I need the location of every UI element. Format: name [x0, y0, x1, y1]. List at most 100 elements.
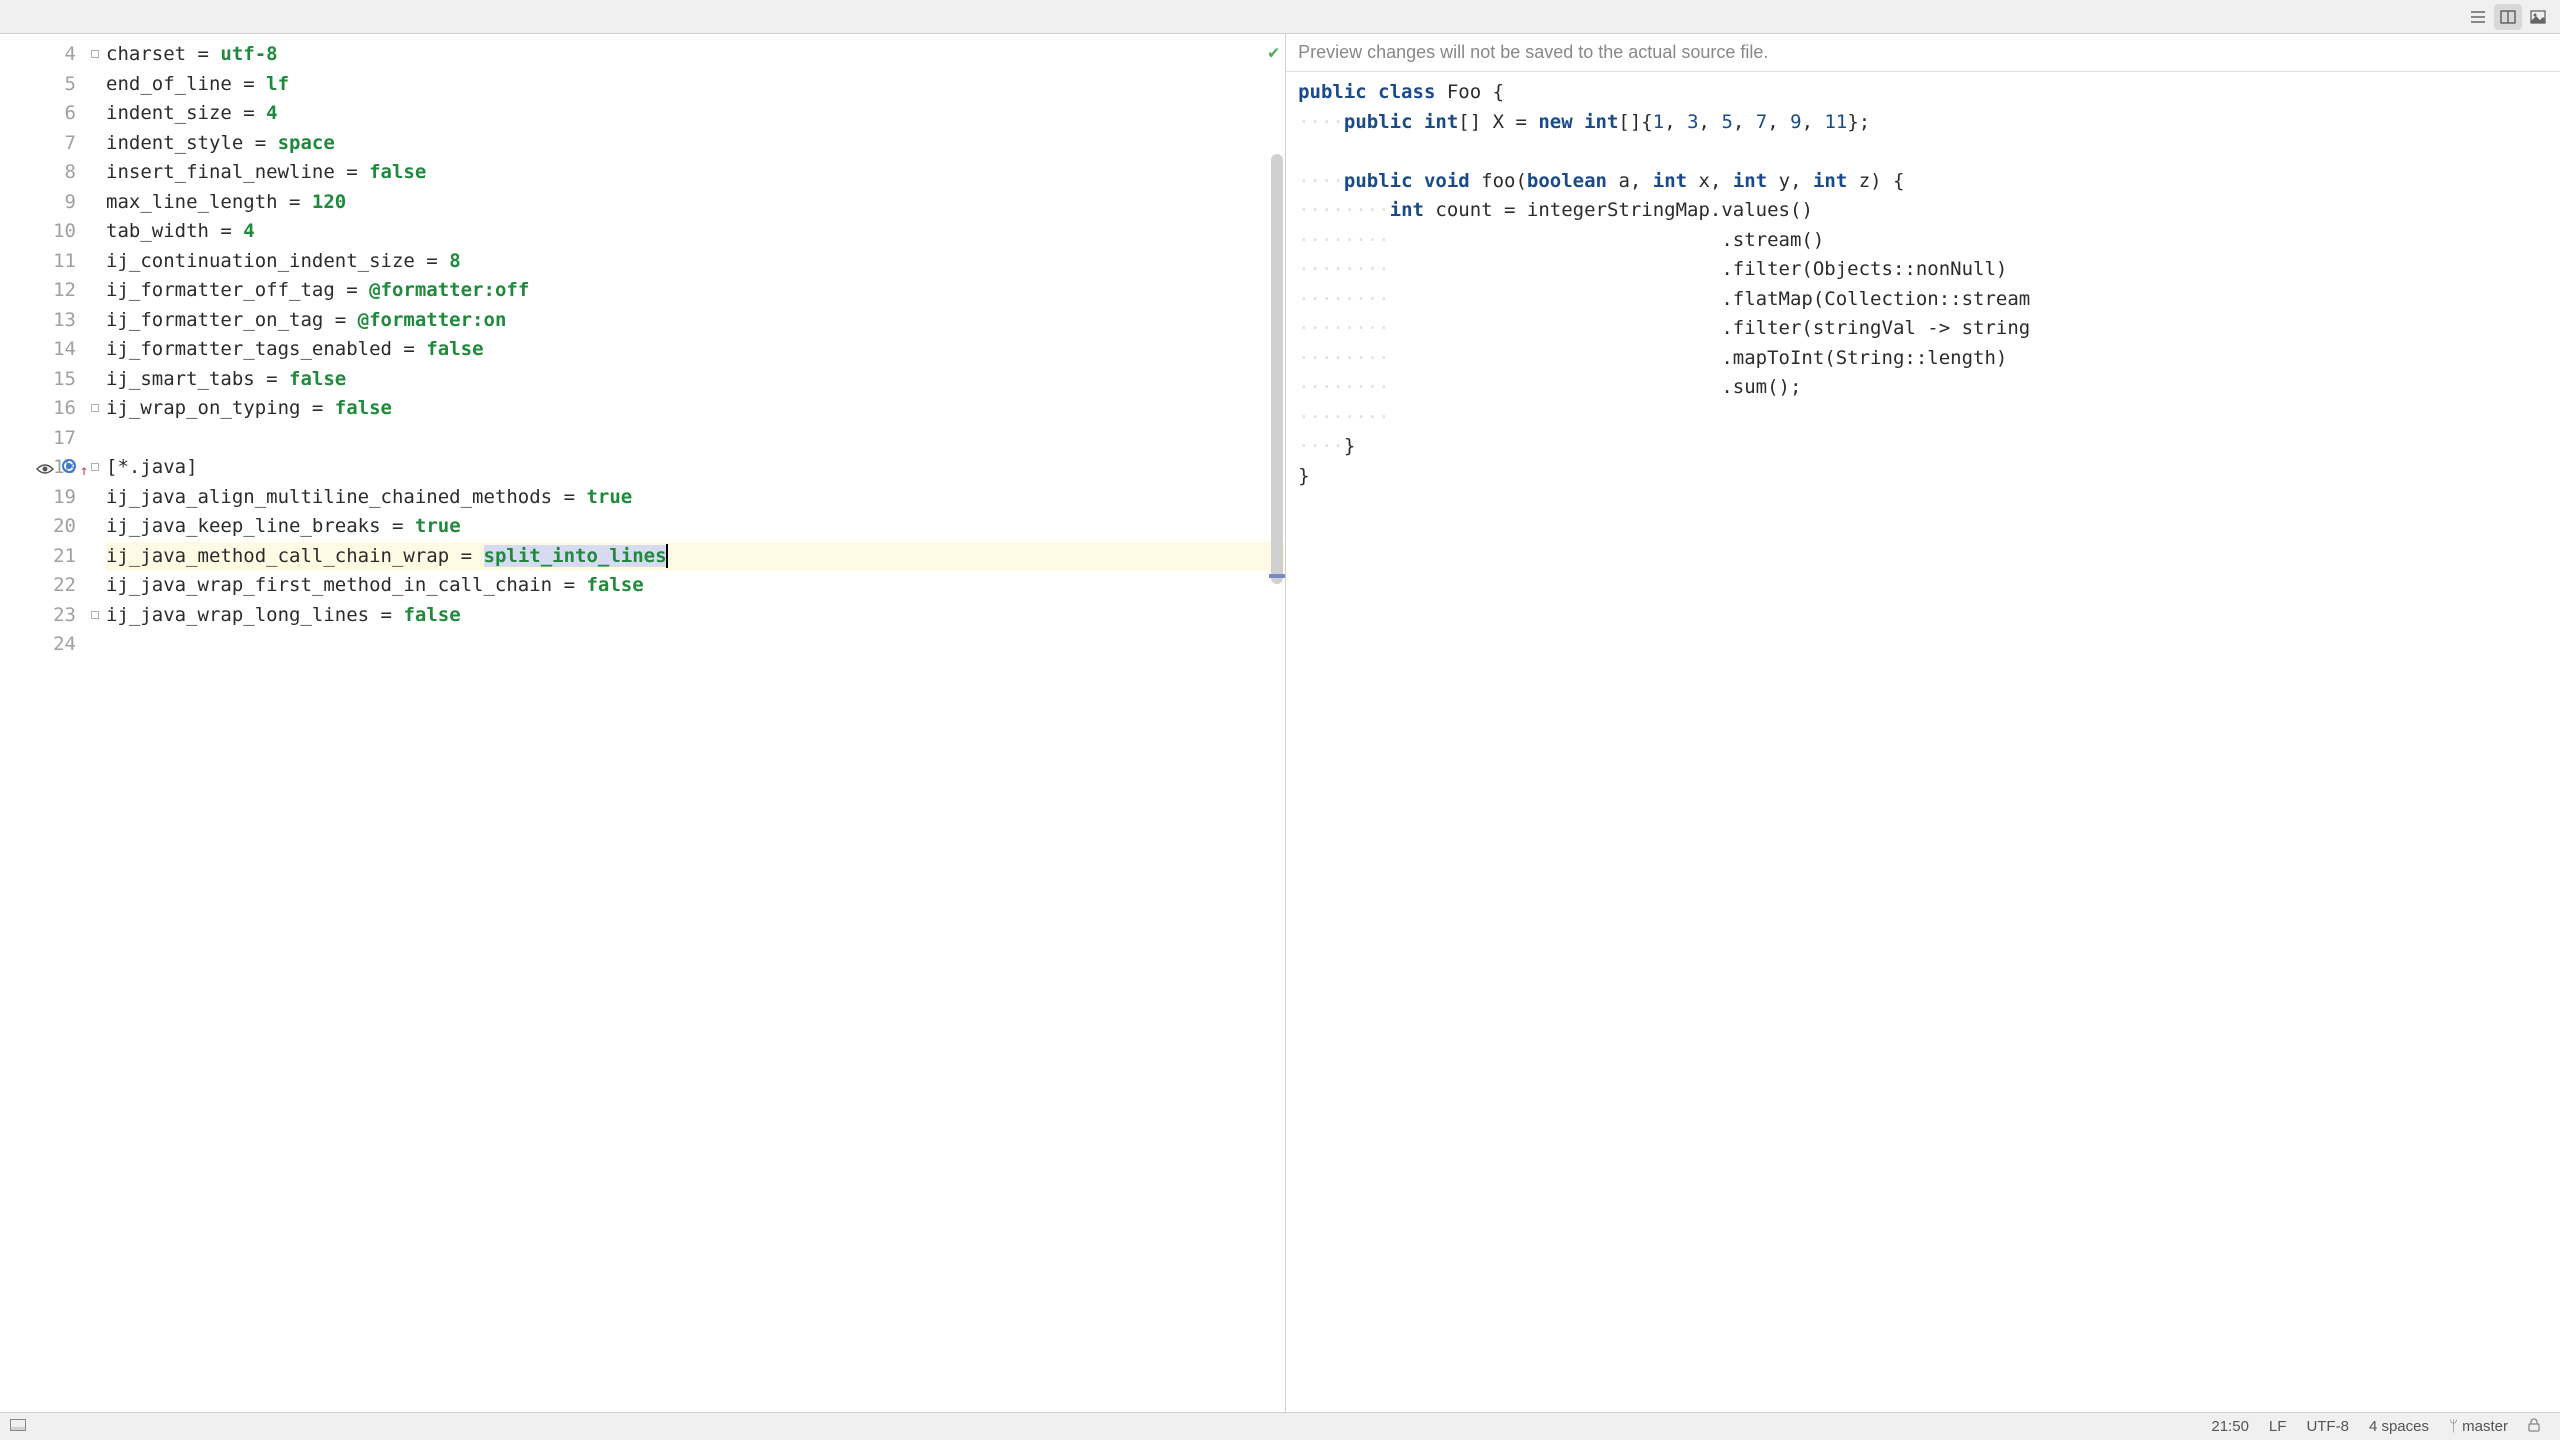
line-number[interactable]: 23: [0, 601, 76, 631]
line-number[interactable]: 12: [0, 276, 76, 306]
view-split-button[interactable]: [2494, 4, 2522, 30]
code-line[interactable]: ij_java_keep_line_breaks = true: [106, 512, 1285, 542]
code-line[interactable]: indent_style = space: [106, 129, 1285, 159]
arrow-up-icon: ↑: [80, 457, 88, 487]
code-line[interactable]: [*.java]: [106, 453, 1285, 483]
preview-line: ········ .sum();: [1298, 373, 2548, 403]
token: =: [278, 191, 312, 213]
target-icon[interactable]: [62, 459, 76, 473]
line-number[interactable]: 6: [0, 99, 76, 129]
token: Foo {: [1447, 81, 1504, 103]
token: true: [586, 486, 632, 508]
token: ········: [1298, 376, 1390, 398]
code-line[interactable]: insert_final_newline = false: [106, 158, 1285, 188]
token: insert_final_newline: [106, 161, 335, 183]
caret-position[interactable]: 21:50: [2201, 1418, 2259, 1435]
token: utf-8: [220, 43, 277, 65]
token: false: [426, 338, 483, 360]
gutter[interactable]: 456789101112131415161718↑192021222324: [0, 34, 100, 1412]
token: []{: [1618, 111, 1652, 133]
token: int: [1653, 170, 1699, 192]
token: ····: [1298, 111, 1344, 133]
vertical-scrollbar[interactable]: [1271, 154, 1283, 584]
token: }: [1344, 435, 1355, 457]
token: new int: [1538, 111, 1618, 133]
preview-line: ····public void foo(boolean a, int x, in…: [1298, 167, 2548, 197]
line-number[interactable]: 14: [0, 335, 76, 365]
token: =: [369, 604, 403, 626]
token: true: [415, 515, 461, 537]
tool-window-icon[interactable]: [10, 1418, 26, 1435]
list-icon: [2470, 10, 2486, 24]
code-line[interactable]: indent_size = 4: [106, 99, 1285, 129]
token: [*.java]: [106, 456, 198, 478]
line-number[interactable]: 21: [0, 542, 76, 572]
code-line[interactable]: ij_java_align_multiline_chained_methods …: [106, 483, 1285, 513]
line-separator[interactable]: LF: [2259, 1418, 2297, 1435]
indent-info[interactable]: 4 spaces: [2359, 1418, 2439, 1435]
token: x,: [1699, 170, 1733, 192]
code-line[interactable]: ij_wrap_on_typing = false: [106, 394, 1285, 424]
code-line[interactable]: ij_java_wrap_first_method_in_call_chain …: [106, 571, 1285, 601]
token: ij_java_wrap_first_method_in_call_chain: [106, 574, 552, 596]
code-line[interactable]: charset = utf-8: [106, 40, 1285, 70]
inspection-ok-icon[interactable]: ✔: [1268, 42, 1279, 63]
line-number[interactable]: 7: [0, 129, 76, 159]
code-line[interactable]: tab_width = 4: [106, 217, 1285, 247]
token: int: [1733, 170, 1779, 192]
main-split: 456789101112131415161718↑192021222324 ch…: [0, 34, 2560, 1412]
encoding[interactable]: UTF-8: [2296, 1418, 2359, 1435]
fold-marker[interactable]: [91, 611, 99, 619]
code-area[interactable]: charset = utf-8end_of_line = lfindent_si…: [100, 34, 1285, 1412]
token: a,: [1618, 170, 1652, 192]
editor-pane[interactable]: 456789101112131415161718↑192021222324 ch…: [0, 34, 1285, 1412]
code-line[interactable]: end_of_line = lf: [106, 70, 1285, 100]
token: ij_java_align_multiline_chained_methods: [106, 486, 552, 508]
line-number[interactable]: 4: [0, 40, 76, 70]
preview-code[interactable]: public class Foo {····public int[] X = n…: [1286, 72, 2560, 1412]
git-branch[interactable]: ᛘ master: [2439, 1418, 2518, 1435]
code-line[interactable]: ij_java_method_call_chain_wrap = split_i…: [106, 542, 1285, 572]
line-number[interactable]: 8: [0, 158, 76, 188]
code-line[interactable]: max_line_length = 120: [106, 188, 1285, 218]
token: ij_formatter_tags_enabled: [106, 338, 392, 360]
code-line[interactable]: ij_formatter_tags_enabled = false: [106, 335, 1285, 365]
preview-line: ········ .filter(stringVal -> string: [1298, 314, 2548, 344]
line-number[interactable]: 10: [0, 217, 76, 247]
fold-marker[interactable]: [91, 404, 99, 412]
code-line[interactable]: ij_java_wrap_long_lines = false: [106, 601, 1285, 631]
line-number[interactable]: 22: [0, 571, 76, 601]
line-number[interactable]: 9: [0, 188, 76, 218]
token: 5: [1721, 111, 1732, 133]
line-number[interactable]: 13: [0, 306, 76, 336]
token: .sum();: [1390, 376, 1802, 398]
token: =: [255, 368, 289, 390]
line-number[interactable]: 24: [0, 630, 76, 660]
line-number[interactable]: 16: [0, 394, 76, 424]
eye-icon[interactable]: [36, 455, 54, 485]
line-number[interactable]: 5: [0, 70, 76, 100]
preview-line: }: [1298, 462, 2548, 492]
token: space: [278, 132, 335, 154]
line-number[interactable]: 20: [0, 512, 76, 542]
code-line[interactable]: ij_formatter_off_tag = @formatter:off: [106, 276, 1285, 306]
token: 7: [1756, 111, 1767, 133]
code-line[interactable]: [106, 630, 1285, 660]
code-line[interactable]: ij_continuation_indent_size = 8: [106, 247, 1285, 277]
line-number[interactable]: 17: [0, 424, 76, 454]
lock-button[interactable]: [2518, 1418, 2550, 1436]
token: =: [232, 102, 266, 124]
code-line[interactable]: [106, 424, 1285, 454]
line-number[interactable]: 15: [0, 365, 76, 395]
line-number[interactable]: 11: [0, 247, 76, 277]
line-number[interactable]: 19: [0, 483, 76, 513]
code-line[interactable]: ij_formatter_on_tag = @formatter:on: [106, 306, 1285, 336]
token: ····: [1298, 170, 1344, 192]
lock-icon: [2528, 1419, 2540, 1436]
code-line[interactable]: ij_smart_tabs = false: [106, 365, 1285, 395]
view-preview-button[interactable]: [2524, 4, 2552, 30]
fold-marker[interactable]: [91, 463, 99, 471]
fold-marker[interactable]: [91, 50, 99, 58]
view-list-button[interactable]: [2464, 4, 2492, 30]
token: .flatMap(Collection::stream: [1390, 288, 2031, 310]
